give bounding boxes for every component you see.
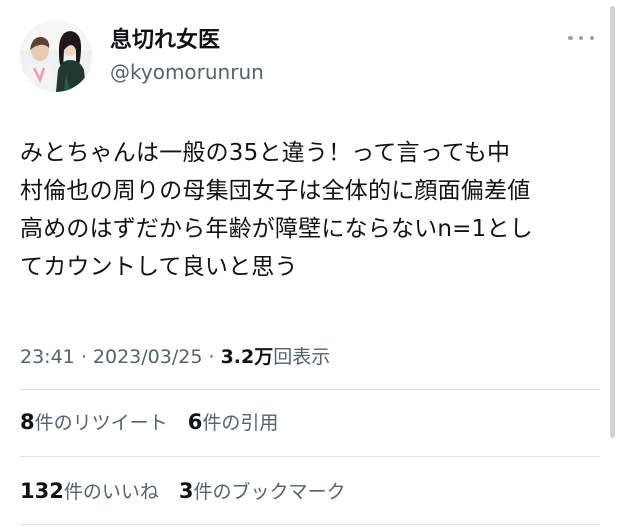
- author-display-name[interactable]: 息切れ女医: [110, 26, 264, 56]
- stats-row-likes: 132件のいいね 3件のブックマーク: [20, 477, 360, 504]
- tweet-text-line: みとちゃんは一般の35と違う！って言っても中: [20, 140, 511, 166]
- bookmarks-label: 件のブックマーク: [193, 481, 346, 503]
- views-count[interactable]: 3.2万: [221, 346, 274, 368]
- quotes-label: 件の引用: [202, 412, 279, 434]
- meta-separator: ·: [80, 346, 87, 368]
- stats-row-reposts: 8件のリツイート 6件の引用: [20, 408, 292, 435]
- quotes-count: 6: [187, 410, 203, 434]
- likes-label: 件のいいね: [63, 481, 159, 503]
- likes-count: 132: [20, 479, 64, 503]
- tweet-text-line: てカウントして良いと思う: [20, 254, 298, 280]
- tweet-meta: 23:41 · 2023/03/25 · 3.2万回表示: [20, 342, 330, 369]
- tweet-header: 息切れ女医 @kyomorunrun: [20, 18, 600, 98]
- more-options-icon[interactable]: [568, 32, 594, 44]
- more-dot: [589, 35, 594, 41]
- bookmarks-stat[interactable]: 3件のブックマーク: [178, 479, 346, 503]
- scrollbar[interactable]: [610, 6, 615, 438]
- views-label[interactable]: 回表示: [273, 346, 330, 368]
- divider: [20, 524, 600, 525]
- author-handle[interactable]: @kyomorunrun: [110, 58, 264, 86]
- tweet-text-line: 村倫也の周りの母集団女子は全体的に顔面偏差値: [20, 178, 531, 204]
- tweet-date[interactable]: 2023/03/25: [93, 346, 203, 368]
- avatar-photo-icon: [20, 20, 92, 92]
- retweets-stat[interactable]: 8件のリツイート: [20, 410, 168, 434]
- quotes-stat[interactable]: 6件の引用: [187, 410, 279, 434]
- more-dot: [568, 35, 573, 41]
- likes-stat[interactable]: 132件のいいね: [20, 479, 159, 503]
- more-dot: [578, 35, 584, 41]
- tweet-text: みとちゃんは一般の35と違う！って言っても中 村倫也の周りの母集団女子は全体的に…: [20, 134, 598, 286]
- divider: [20, 456, 600, 457]
- retweets-label: 件のリツイート: [34, 412, 168, 434]
- meta-separator: ·: [208, 346, 215, 368]
- tweet-time[interactable]: 23:41: [20, 346, 75, 368]
- bookmarks-count: 3: [178, 479, 194, 503]
- divider: [20, 389, 600, 390]
- avatar[interactable]: [20, 20, 92, 92]
- retweets-count: 8: [20, 410, 35, 434]
- tweet-text-line: 高めのはずだから年齢が障壁にならないn=1とし: [20, 216, 533, 242]
